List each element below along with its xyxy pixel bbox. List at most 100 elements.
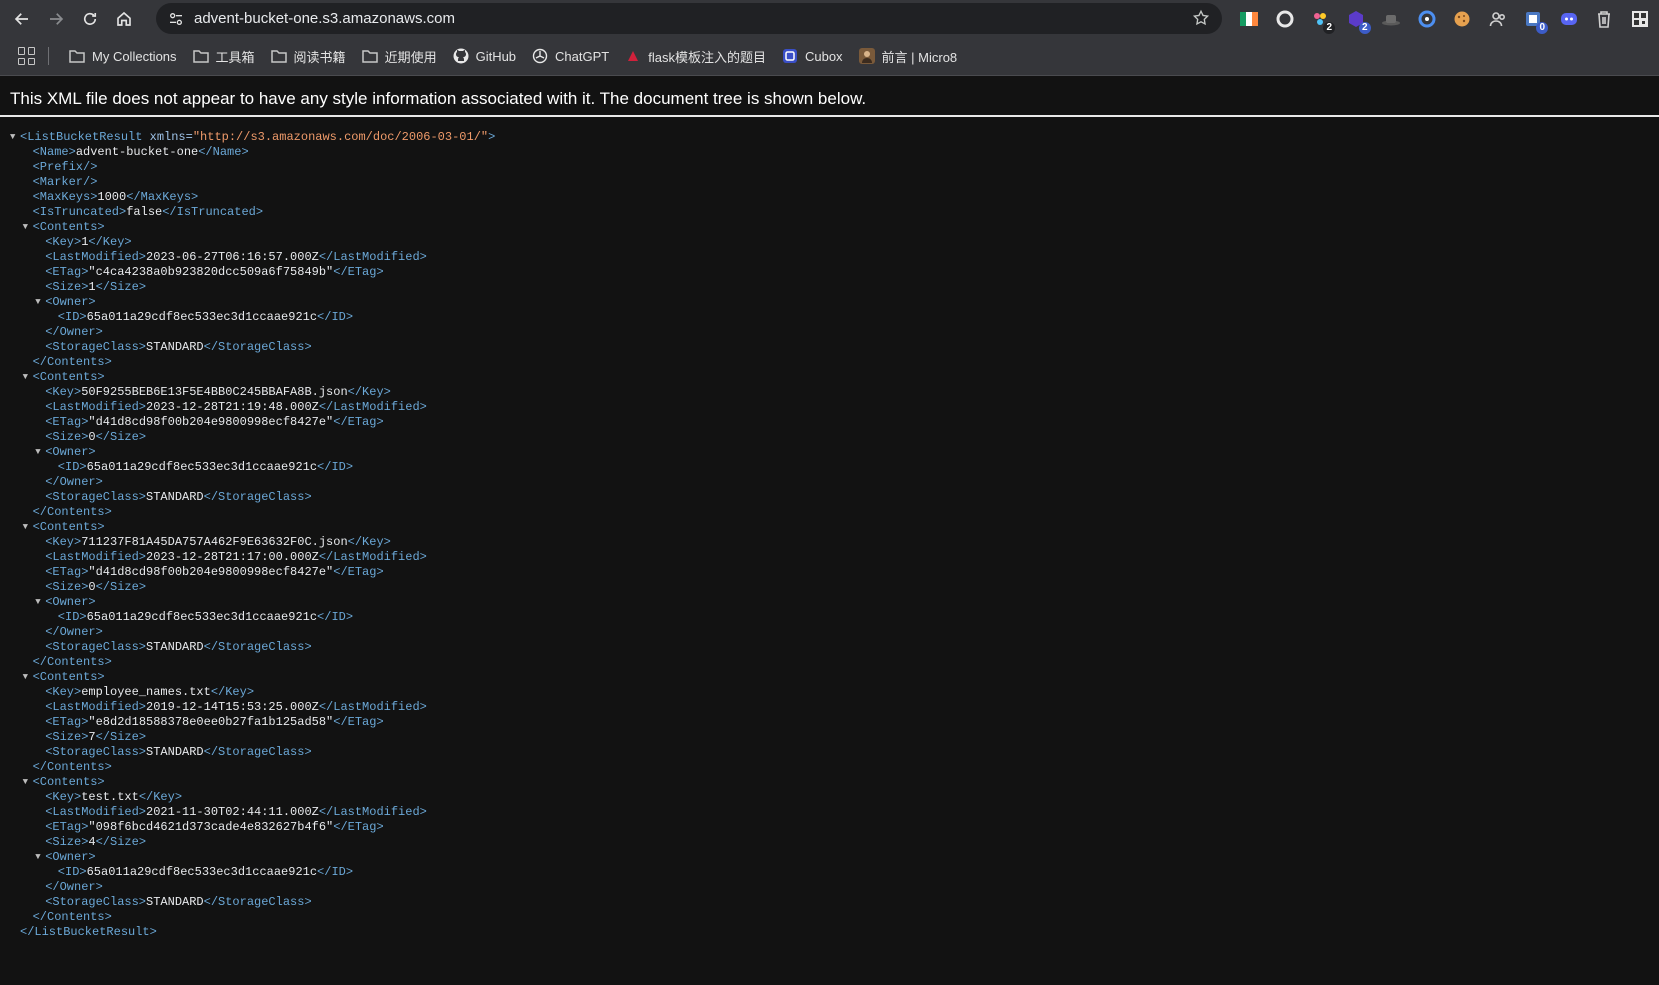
xml-line: ▼ <Contents> — [10, 670, 495, 685]
xml-close-tag: </LastModified> — [318, 250, 427, 264]
xml-line: <ID> 65a011a29cdf8ec533ec3d1ccaae921c </ID… — [10, 865, 495, 880]
collapse-triangle-icon[interactable]: ▼ — [35, 295, 45, 310]
forward-button[interactable] — [41, 4, 71, 34]
xml-open-tag: <StorageClass> — [45, 640, 147, 654]
xml-close-tag: </StorageClass> — [203, 340, 312, 354]
bookmark-label: flask模板注入的题目 — [648, 49, 766, 65]
purple-icon[interactable]: 2 — [1343, 6, 1371, 34]
xml-open-tag: <LastModified> — [45, 250, 147, 264]
xml-line: <ETag> "d41d8cd98f00b204e9800998ecf8427e"… — [10, 565, 495, 580]
bookmark-item[interactable]: 工具箱 — [185, 42, 263, 70]
page-content: This XML file does not appear to have an… — [0, 77, 1659, 985]
xml-close-tag: </Name> — [198, 145, 249, 159]
collapse-triangle-icon[interactable]: ▼ — [23, 220, 33, 235]
address-bar[interactable]: advent-bucket-one.s3.amazonaws.com — [156, 3, 1222, 34]
xml-line: </Contents> — [10, 760, 495, 775]
xml-close-tag: </StorageClass> — [203, 490, 312, 504]
home-button[interactable] — [109, 4, 139, 34]
qr-icon[interactable] — [1627, 6, 1653, 32]
xml-open-tag: </ListBucketResult> — [20, 925, 157, 939]
xml-open-tag: <Name> — [32, 145, 76, 159]
xml-line: <MaxKeys> 1000 </MaxKeys> — [10, 190, 495, 205]
collapse-triangle-icon[interactable]: ▼ — [23, 520, 33, 535]
xml-text: 65a011a29cdf8ec533ec3d1ccaae921c — [86, 310, 318, 324]
bookmark-item[interactable]: My Collections — [61, 42, 185, 70]
xml-close-tag: </Key> — [347, 535, 391, 549]
xml-line: <IsTruncated> false </IsTruncated> — [10, 205, 495, 220]
hat-icon[interactable] — [1378, 6, 1404, 32]
bookmark-item[interactable]: Cubox — [774, 42, 851, 70]
ext-square-icon[interactable]: 0 — [1520, 6, 1548, 34]
discord-icon[interactable] — [1556, 6, 1582, 32]
xml-text: "d41d8cd98f00b204e9800998ecf8427e" — [88, 415, 334, 429]
collapse-triangle-icon[interactable]: ▼ — [35, 850, 45, 865]
xml-line: <Size> 0 </Size> — [10, 430, 495, 445]
collapse-triangle-icon[interactable]: ▼ — [35, 595, 45, 610]
xml-close-tag: </Size> — [95, 835, 147, 849]
bookmarks-divider — [48, 47, 49, 65]
bookmark-star-button[interactable] — [1192, 9, 1212, 29]
xml-open-tag: <IsTruncated> — [32, 205, 127, 219]
apps-grid-icon[interactable] — [18, 47, 36, 65]
xml-line: <Key> 50F9255BEB6E13F5E4BB0C245BBAFA8B.js… — [10, 385, 495, 400]
reload-button[interactable] — [75, 4, 105, 34]
circle-icon[interactable] — [1272, 6, 1298, 32]
xml-close-tag: </ID> — [317, 460, 354, 474]
xml-text: "e8d2d18588378e0ee0b27fa1b125ad58" — [88, 715, 334, 729]
collapse-triangle-icon[interactable]: ▼ — [10, 130, 20, 145]
xml-text: "d41d8cd98f00b204e9800998ecf8427e" — [88, 565, 334, 579]
xml-line: ▼ <Owner> — [10, 295, 495, 310]
xml-open-tag: <Contents> — [32, 370, 105, 384]
bookmark-item[interactable]: ChatGPT — [524, 42, 617, 70]
folder-icon — [361, 48, 378, 64]
site-info-button[interactable] — [164, 7, 188, 31]
xml-line: <Marker/> — [10, 175, 495, 190]
xml-text: 65a011a29cdf8ec533ec3d1ccaae921c — [86, 865, 318, 879]
xml-line: </Owner> — [10, 880, 495, 895]
avatar-icon — [858, 48, 875, 64]
xml-text: 1 — [88, 280, 96, 294]
xml-text: test.txt — [81, 790, 139, 804]
bookmark-label: 前言 | Micro8 — [881, 49, 958, 65]
bookmark-item[interactable]: 前言 | Micro8 — [851, 42, 966, 70]
xml-line: </Owner> — [10, 625, 495, 640]
cookie-icon[interactable] — [1449, 6, 1475, 32]
bookmark-item[interactable]: 近期使用 — [354, 42, 445, 70]
xml-open-tag: <ETag> — [45, 565, 89, 579]
xml-close-tag: </ETag> — [333, 715, 384, 729]
trash-icon[interactable] — [1591, 6, 1617, 32]
github-icon — [453, 48, 469, 64]
xml-attribute-value: "http://s3.amazonaws.com/doc/2006-03-01/… — [192, 130, 489, 144]
bookmark-label: ChatGPT — [555, 48, 610, 64]
xml-text: 7 — [88, 730, 96, 744]
xml-line: </Contents> — [10, 655, 495, 670]
collapse-triangle-icon[interactable]: ▼ — [23, 775, 33, 790]
arrow-right-icon — [50, 12, 64, 25]
xml-line: <ID> 65a011a29cdf8ec533ec3d1ccaae921c </ID… — [10, 610, 495, 625]
xml-open-tag: <ListBucketResult — [20, 130, 143, 144]
collapse-triangle-icon[interactable]: ▼ — [23, 670, 33, 685]
flag-icon[interactable] — [1236, 6, 1262, 32]
xml-line: </Contents> — [10, 910, 495, 925]
xml-line: <ETag> "098f6bcd4621d373cade4e832627b4f6"… — [10, 820, 495, 835]
collapse-triangle-icon[interactable]: ▼ — [35, 445, 45, 460]
bookmark-item[interactable]: flask模板注入的题目 — [617, 42, 774, 70]
refresh-ext-icon[interactable] — [1414, 6, 1440, 32]
paint-icon[interactable]: 2 — [1307, 6, 1335, 34]
xml-line: <ETag> "c4ca4238a0b923820dcc509a6f75849b"… — [10, 265, 495, 280]
url-text[interactable]: advent-bucket-one.s3.amazonaws.com — [194, 10, 455, 27]
xml-close-tag: </LastModified> — [318, 700, 427, 714]
xml-attribute: xmlns= — [142, 130, 193, 144]
collapse-triangle-icon[interactable]: ▼ — [23, 370, 33, 385]
xml-line: ▼ <Owner> — [10, 850, 495, 865]
people-icon[interactable] — [1485, 6, 1511, 32]
xml-line: ▼ <Contents> — [10, 370, 495, 385]
bookmark-label: 工具箱 — [215, 49, 255, 65]
back-button[interactable] — [7, 4, 37, 34]
xml-open-tag: <Size> — [45, 730, 89, 744]
bookmark-item[interactable]: 阅读书籍 — [263, 42, 354, 70]
xml-text: 65a011a29cdf8ec533ec3d1ccaae921c — [86, 610, 318, 624]
xml-close-tag: </LastModified> — [318, 805, 427, 819]
xml-line: </Owner> — [10, 325, 495, 340]
bookmark-item[interactable]: GitHub — [445, 42, 524, 70]
